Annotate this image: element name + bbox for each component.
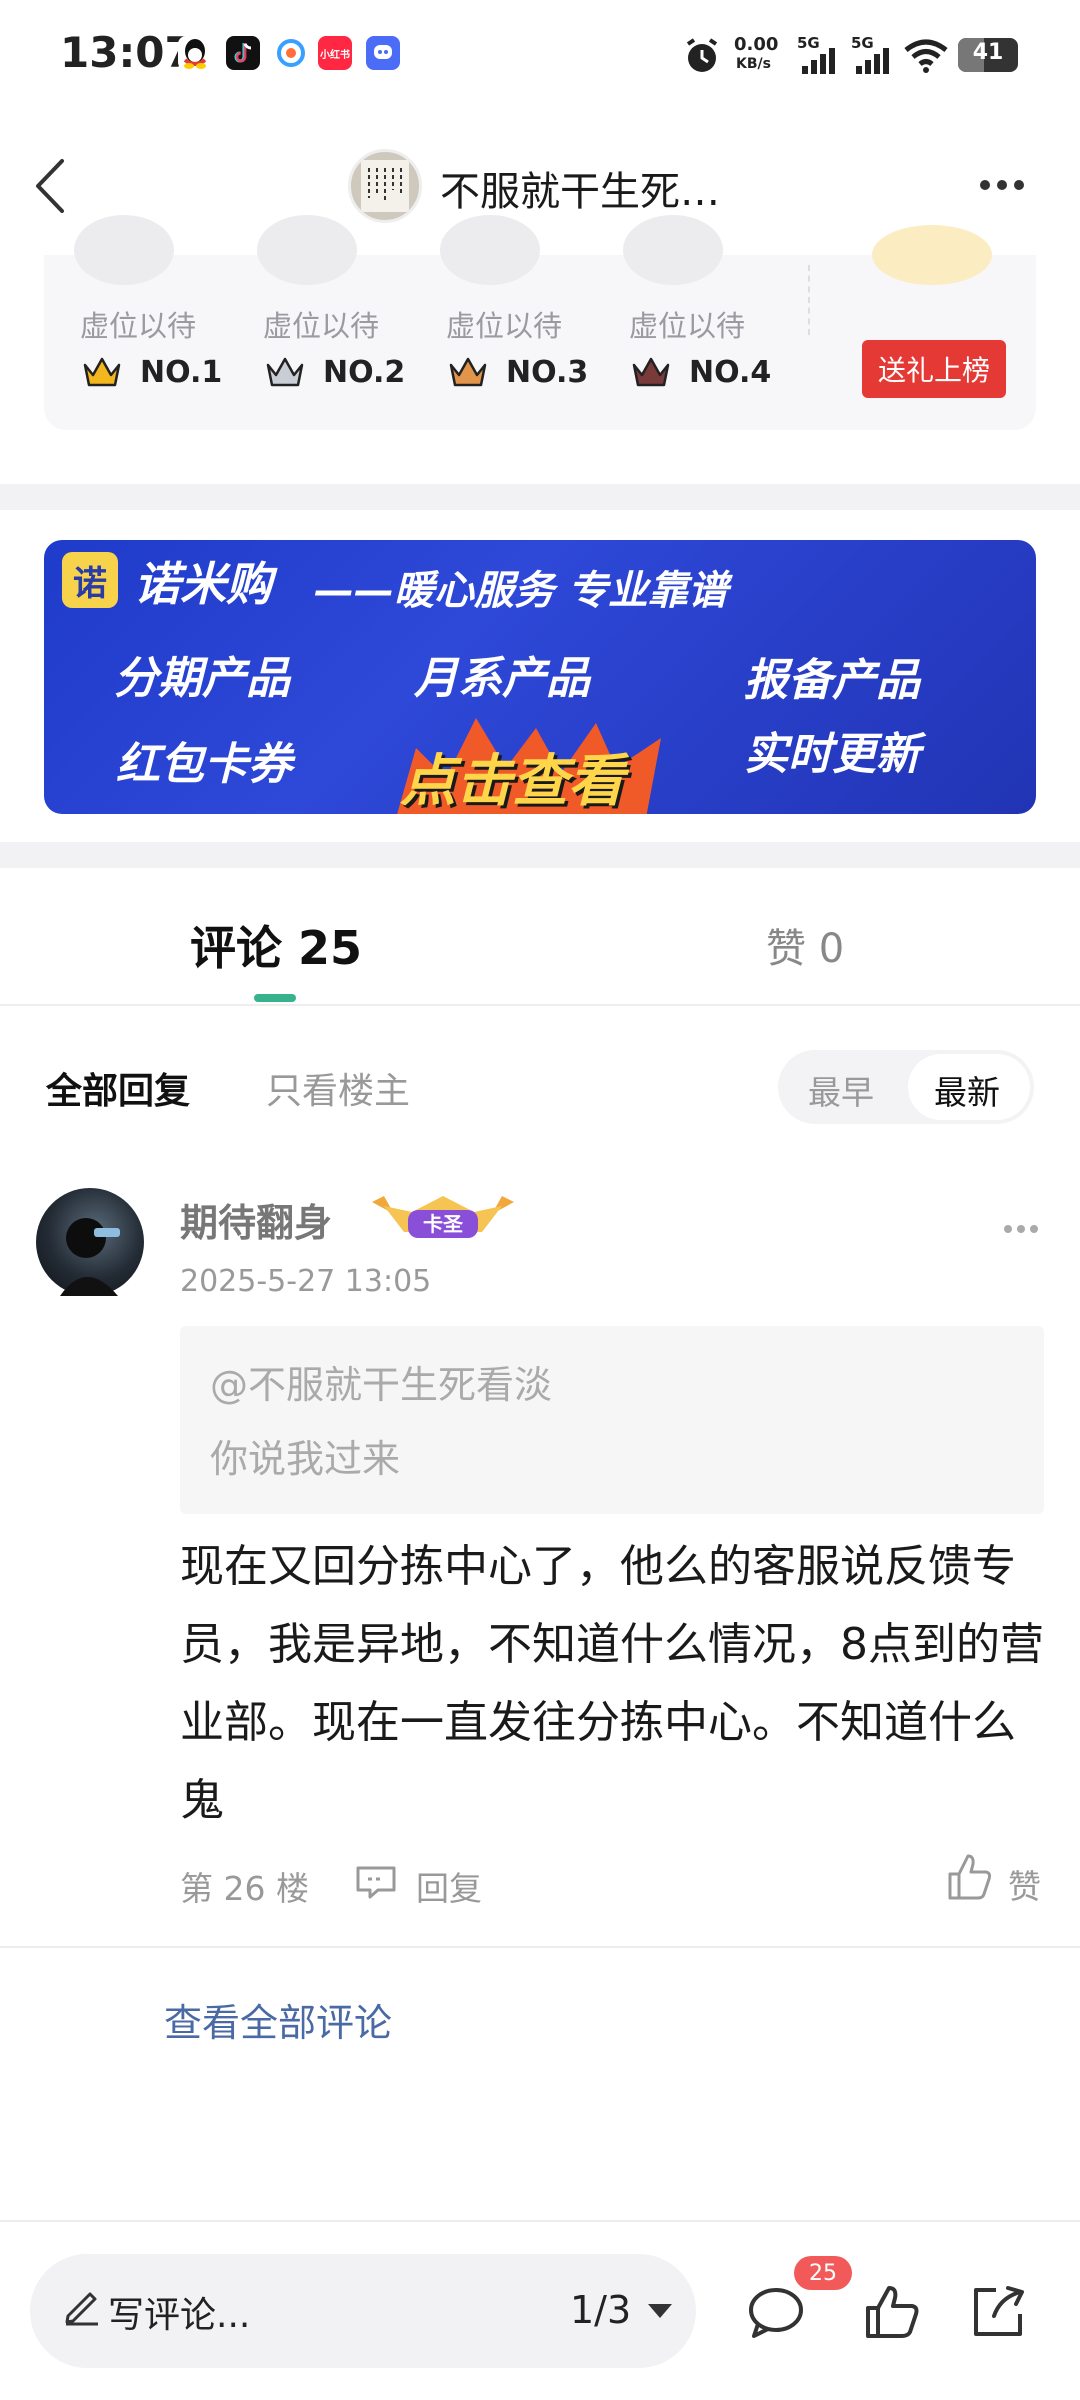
comment-count-badge: 25: [794, 2256, 852, 2290]
status-time: 13:07: [60, 28, 194, 77]
page-title: 不服就干生死…: [440, 169, 720, 215]
rank-number: NO.1: [140, 355, 223, 390]
my-avatar-placeholder: [872, 225, 992, 285]
comment-more-icon[interactable]: [1004, 1218, 1043, 1237]
sort-earliest[interactable]: 最早: [808, 1066, 874, 1114]
sort-newest[interactable]: 最新: [934, 1066, 1000, 1114]
signal-2-icon: [854, 44, 894, 80]
alarm-icon: [682, 36, 722, 76]
crown-icon: [632, 357, 670, 387]
reply-icon[interactable]: [354, 1864, 398, 1900]
rank-slot-name: 虚位以待: [80, 309, 197, 343]
status-bar: 13:07 小红书 0.00 KB/s 5G 5G 41: [0, 0, 1080, 115]
rank-number: NO.3: [506, 355, 589, 390]
divider: [0, 2220, 1080, 2222]
banner-logo: 诺: [62, 552, 118, 608]
user-level-badge: 卡圣: [364, 1192, 522, 1244]
tab-comments[interactable]: 评论 25: [190, 912, 362, 978]
section-separator: [0, 484, 1080, 510]
avatar[interactable]: [36, 1188, 144, 1296]
thumbs-up-icon[interactable]: [860, 2280, 924, 2344]
thumbs-up-icon[interactable]: [946, 1852, 994, 1902]
banner-item: 月系产品: [414, 653, 590, 704]
share-icon[interactable]: [966, 2280, 1030, 2344]
rank-number: NO.2: [323, 355, 406, 390]
crown-icon: [266, 357, 304, 387]
divider: [0, 1946, 1080, 1948]
more-icon[interactable]: [980, 175, 1031, 194]
comment-bubble-icon[interactable]: [744, 2280, 808, 2344]
rank-avatar-placeholder: [440, 215, 540, 285]
banner-slogan: ——暖心服务 专业靠谱: [314, 568, 728, 614]
ad-banner[interactable]: 诺 诺米购 ——暖心服务 专业靠谱 分期产品 月系产品 报备产品 红包卡券 实时…: [44, 540, 1036, 814]
view-all-comments-link[interactable]: 查看全部评论: [164, 1992, 392, 2047]
xiaohongshu-icon: 小红书: [318, 36, 352, 70]
tiktok-icon: [226, 36, 260, 70]
banner-item: 实时更新: [744, 729, 920, 780]
divider: [808, 265, 810, 335]
crown-icon: [449, 357, 487, 387]
rank-avatar-placeholder: [623, 215, 723, 285]
rank-slot[interactable]: 虚位以待 NO.3: [410, 215, 588, 430]
browser-icon: [274, 36, 308, 70]
rank-slot[interactable]: 虚位以待 NO.2: [227, 215, 405, 430]
comment-floor: 第 26 楼: [180, 1869, 309, 1908]
back-arrow-icon: [36, 159, 64, 213]
quoted-mention: @不服就干生死看淡: [210, 1363, 553, 1407]
signal-1-icon: [800, 44, 840, 80]
chat-icon: [366, 36, 400, 70]
comment-username[interactable]: 期待翻身: [180, 1192, 332, 1247]
rank-slot-name: 虚位以待: [629, 309, 746, 343]
gift-rank-button[interactable]: 送礼上榜: [862, 340, 1006, 398]
calligraphy-avatar-icon[interactable]: [348, 149, 422, 223]
rank-slot[interactable]: 虚位以待 NO.4: [593, 215, 771, 430]
section-separator: [0, 842, 1080, 868]
reply-button[interactable]: 回复: [416, 1862, 482, 1910]
badge-label: 卡圣: [423, 1212, 463, 1236]
page-indicator[interactable]: 1/3: [570, 2288, 631, 2332]
write-comment-placeholder[interactable]: 写评论...: [108, 2286, 250, 2338]
banner-item: 红包卡券: [116, 739, 292, 790]
filter-all-replies[interactable]: 全部回复: [46, 1062, 190, 1114]
rank-avatar-placeholder: [257, 215, 357, 285]
back-button[interactable]: [26, 151, 76, 221]
quoted-text: 你说我过来: [210, 1437, 401, 1481]
rank-number: NO.4: [689, 355, 772, 390]
qq-icon: [178, 36, 212, 70]
caret-down-icon[interactable]: [648, 2304, 672, 2318]
net-speed: 0.00: [734, 34, 779, 55]
like-button[interactable]: 赞: [1008, 1860, 1041, 1908]
tab-active-indicator: [254, 994, 296, 1002]
net-unit: KB/s: [736, 56, 771, 72]
rank-slot-name: 虚位以待: [446, 309, 563, 343]
banner-cta[interactable]: 点击查看: [400, 736, 624, 814]
pen-icon: [62, 2286, 102, 2326]
rank-slot-name: 虚位以待: [263, 309, 380, 343]
tab-likes[interactable]: 赞 0: [766, 916, 844, 974]
crown-icon: [83, 357, 121, 387]
banner-brand: 诺米购: [134, 557, 272, 611]
comment-tabs: 评论 25 赞 0: [0, 870, 1080, 1006]
battery-icon: 41: [958, 38, 1018, 72]
banner-item: 分期产品: [114, 653, 290, 704]
filter-op-only[interactable]: 只看楼主: [266, 1062, 410, 1114]
battery-level: 41: [972, 40, 1004, 65]
rank-avatar-placeholder: [74, 215, 174, 285]
banner-item: 报备产品: [744, 655, 920, 706]
comment-time: 2025-5-27 13:05: [180, 1264, 432, 1299]
gift-ranking-card: 虚位以待 NO.1 虚位以待 NO.2 虚位以待 NO.3 虚位以待 NO.4 …: [44, 215, 1036, 430]
wifi-icon: [902, 38, 950, 78]
rank-slot[interactable]: 虚位以待 NO.1: [44, 215, 222, 430]
comment-body: 现在又回分拣中心了，他么的客服说反馈专员，我是异地，不知道什么情况，8点到的营业…: [180, 1541, 1044, 1826]
